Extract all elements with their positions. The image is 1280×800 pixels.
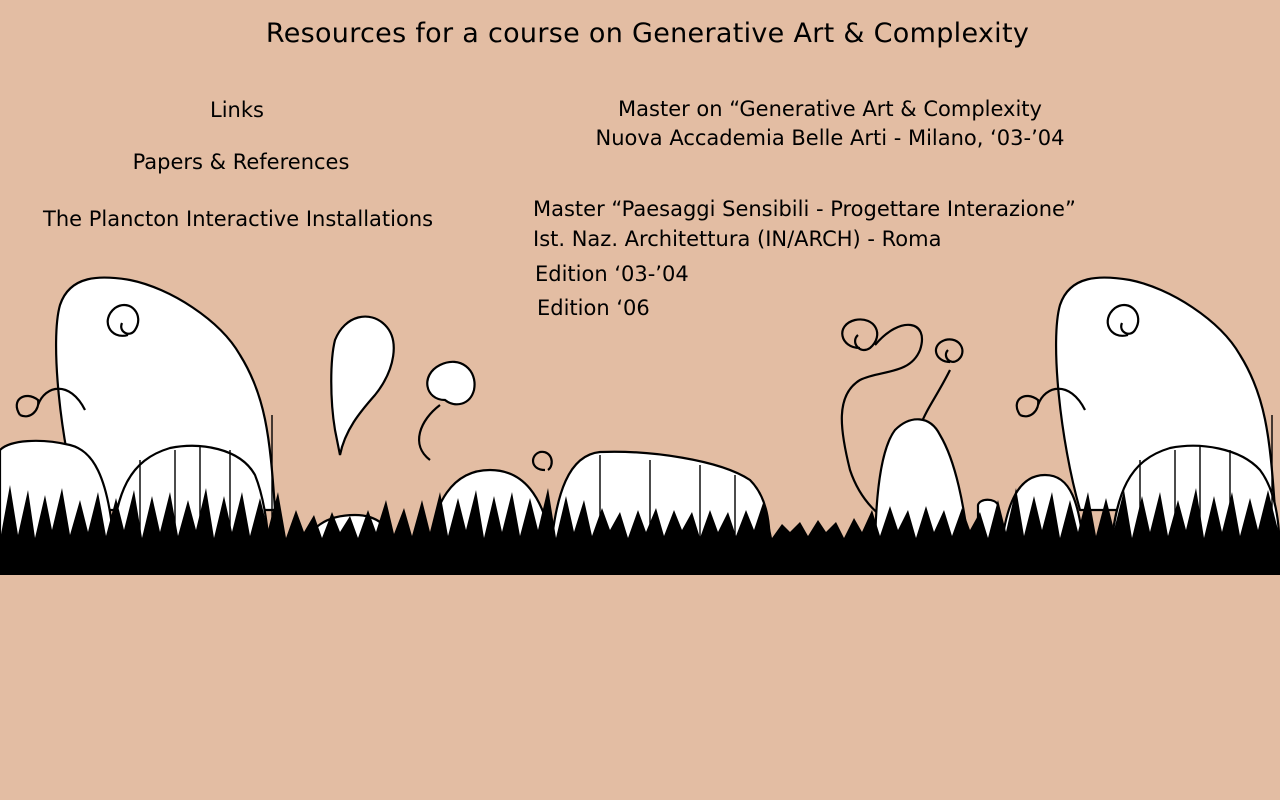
right-curl-1: [841, 318, 879, 352]
master-roma-line1: Master “Paesaggi Sensibili - Progettare …: [533, 197, 1076, 221]
master-roma-heading: Master “Paesaggi Sensibili - Progettare …: [533, 194, 1076, 254]
small-circle-left: [426, 360, 476, 406]
plant-landscape-illustration: [0, 276, 1280, 575]
page-title: Resources for a course on Generative Art…: [265, 18, 1030, 49]
plancton-installations-link[interactable]: The Plancton Interactive Installations: [43, 207, 433, 231]
circle-tendril: [418, 404, 441, 461]
master-roma-line2: Ist. Naz. Architettura (IN/ARCH) - Roma: [533, 227, 942, 251]
right-curl-2: [934, 338, 964, 364]
master-milano-line1: Master on “Generative Art & Complexity: [618, 97, 1042, 121]
master-milano-link[interactable]: Master on “Generative Art & Complexity N…: [560, 95, 1100, 153]
links-link[interactable]: Links: [0, 98, 474, 122]
center-curl: [532, 450, 553, 472]
master-milano-line2: Nuova Accademia Belle Arti - Milano, ‘03…: [595, 126, 1065, 150]
left-droplet: [330, 315, 395, 456]
papers-references-link[interactable]: Papers & References: [0, 150, 482, 174]
